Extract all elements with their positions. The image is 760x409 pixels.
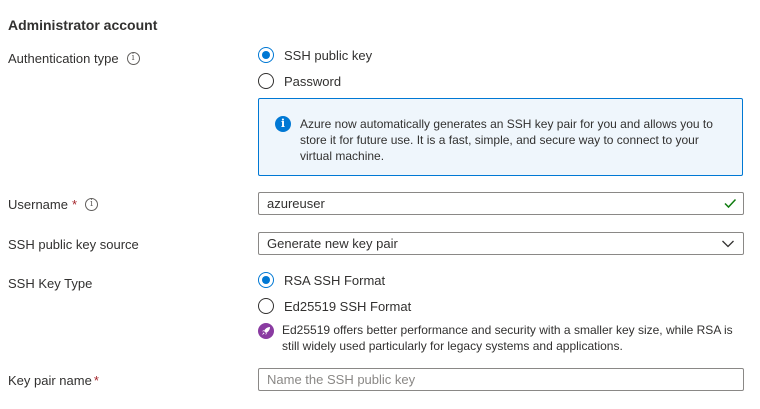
radio-rsa[interactable]: RSA SSH Format (258, 272, 385, 288)
checkmark-icon (724, 198, 737, 209)
key-source-label: SSH public key source (8, 237, 139, 252)
info-filled-icon: i (275, 116, 291, 132)
key-type-label-text: SSH Key Type (8, 276, 93, 291)
key-pair-label: Key pair name * (8, 373, 99, 388)
radio-button[interactable] (258, 73, 274, 89)
key-type-note: Ed25519 offers better performance and se… (258, 322, 742, 354)
info-icon[interactable]: i (85, 198, 99, 211)
username-input[interactable]: azureuser (258, 192, 744, 215)
info-icon[interactable]: i (126, 52, 140, 65)
key-source-selected: Generate new key pair (267, 236, 398, 251)
username-label-text: Username (8, 197, 68, 212)
radio-label: Password (284, 73, 342, 89)
radio-label: SSH public key (284, 47, 373, 63)
ssh-info-text: Azure now automatically generates an SSH… (300, 117, 713, 163)
radio-button-checked[interactable] (258, 272, 274, 288)
radio-button[interactable] (258, 298, 274, 314)
section-title: Administrator account (8, 17, 158, 33)
auth-type-label-text: Authentication type (8, 51, 119, 66)
radio-ed25519[interactable]: Ed25519 SSH Format (258, 298, 411, 314)
username-label: Username * i (8, 197, 99, 212)
key-source-dropdown[interactable]: Generate new key pair (258, 232, 744, 255)
key-pair-label-text: Key pair name (8, 373, 92, 388)
chevron-down-icon (722, 240, 734, 248)
key-source-label-text: SSH public key source (8, 237, 139, 252)
radio-button-checked[interactable] (258, 47, 274, 63)
key-pair-name-input[interactable] (267, 372, 707, 387)
auth-type-label: Authentication type i (8, 51, 140, 66)
key-type-label: SSH Key Type (8, 276, 92, 291)
required-asterisk: * (93, 373, 99, 388)
radio-label: RSA SSH Format (284, 272, 386, 288)
username-value: azureuser (267, 196, 325, 211)
required-asterisk: * (71, 197, 78, 212)
radio-password[interactable]: Password (258, 73, 341, 89)
key-type-note-text: Ed25519 offers better performance and se… (282, 323, 733, 353)
radio-ssh-public-key[interactable]: SSH public key (258, 47, 372, 63)
key-pair-name-field[interactable] (258, 368, 744, 391)
radio-label: Ed25519 SSH Format (284, 298, 412, 314)
rocket-icon (258, 323, 274, 339)
ssh-info-box: i Azure now automatically generates an S… (258, 98, 743, 176)
